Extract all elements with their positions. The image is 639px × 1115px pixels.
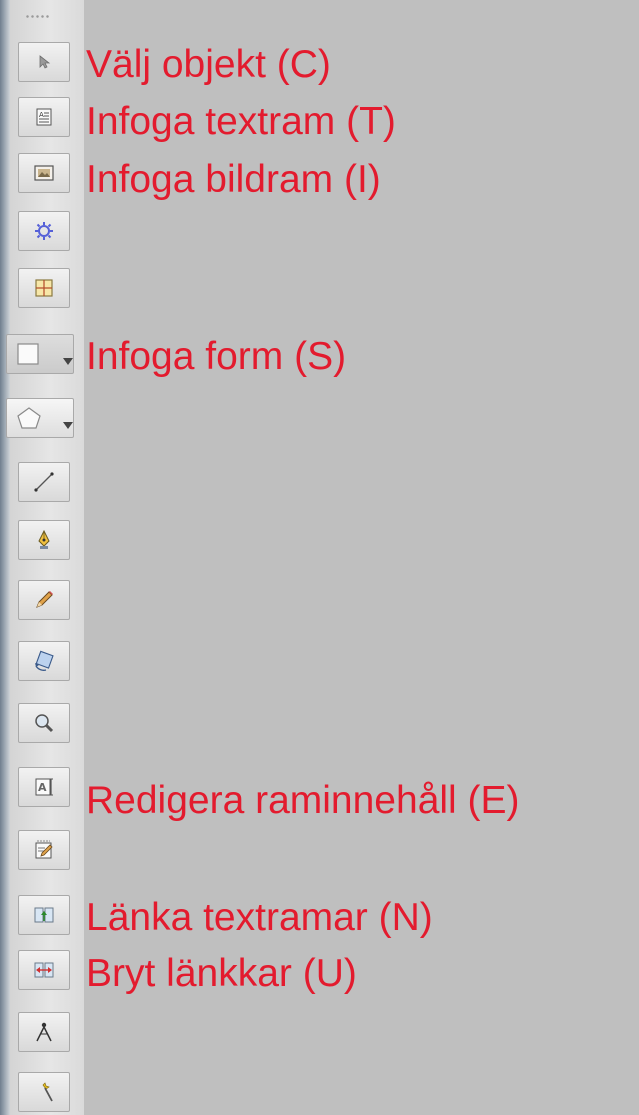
render-frame-icon: [33, 220, 55, 242]
tool-label-shape: Infoga form (S): [86, 335, 347, 378]
svg-text:A: A: [39, 111, 44, 119]
tool-label-edit-contents: Redigera raminnehåll (E): [86, 779, 520, 822]
magnifier-icon: [33, 712, 55, 734]
tool-text-frame-button[interactable]: A: [18, 97, 70, 137]
select-arrow-icon: [36, 54, 52, 70]
tool-line-button[interactable]: [18, 462, 70, 502]
tool-zoom-button[interactable]: [18, 703, 70, 743]
tool-freehand-button[interactable]: [18, 580, 70, 620]
tool-polygon-button[interactable]: [6, 398, 74, 438]
rotate-icon: [32, 649, 56, 673]
rectangle-shape-icon: [16, 342, 40, 366]
tool-edit-contents-button[interactable]: A: [18, 767, 70, 807]
tool-eyedropper-button[interactable]: [18, 1072, 70, 1112]
table-icon: [34, 278, 54, 298]
shape-dropdown-arrow-icon[interactable]: [63, 358, 73, 365]
tool-render-frame-button[interactable]: [18, 211, 70, 251]
tool-table-button[interactable]: [18, 268, 70, 308]
tool-measure-button[interactable]: [18, 1012, 70, 1052]
pencil-icon: [33, 589, 55, 611]
tool-label-text-frame: Infoga textram (T): [86, 100, 396, 143]
polygon-icon: [16, 406, 42, 430]
tool-select-button[interactable]: [18, 42, 70, 82]
tool-label-link-frames: Länka textramar (N): [86, 896, 433, 939]
tool-image-frame-button[interactable]: [18, 153, 70, 193]
tool-link-frames-button[interactable]: [18, 895, 70, 935]
text-frame-icon: A: [34, 107, 54, 127]
polygon-dropdown-arrow-icon[interactable]: [63, 422, 73, 429]
story-editor-icon: [33, 839, 55, 861]
eyedropper-icon: [33, 1081, 55, 1103]
tool-label-select: Välj objekt (C): [86, 43, 331, 86]
link-text-frames-icon: [33, 905, 55, 925]
tool-shape-button[interactable]: [6, 334, 74, 374]
tool-unlink-frames-button[interactable]: [18, 950, 70, 990]
unlink-text-frames-icon: [33, 960, 55, 980]
tool-bezier-button[interactable]: [18, 520, 70, 560]
bezier-pen-icon: [34, 529, 54, 551]
svg-text:A: A: [38, 781, 47, 794]
measure-compass-icon: [33, 1021, 55, 1043]
tool-label-unlink-frames: Bryt länkkar (U): [86, 952, 357, 995]
tool-label-image-frame: Infoga bildram (I): [86, 158, 381, 201]
edit-frame-contents-icon: A: [33, 776, 55, 798]
desktop-edge: [0, 0, 10, 1115]
tool-rotate-button[interactable]: [18, 641, 70, 681]
toolbar-grip-handle[interactable]: [25, 14, 51, 20]
line-icon: [33, 471, 55, 493]
tool-edit-text-button[interactable]: [18, 830, 70, 870]
image-frame-icon: [33, 163, 55, 183]
